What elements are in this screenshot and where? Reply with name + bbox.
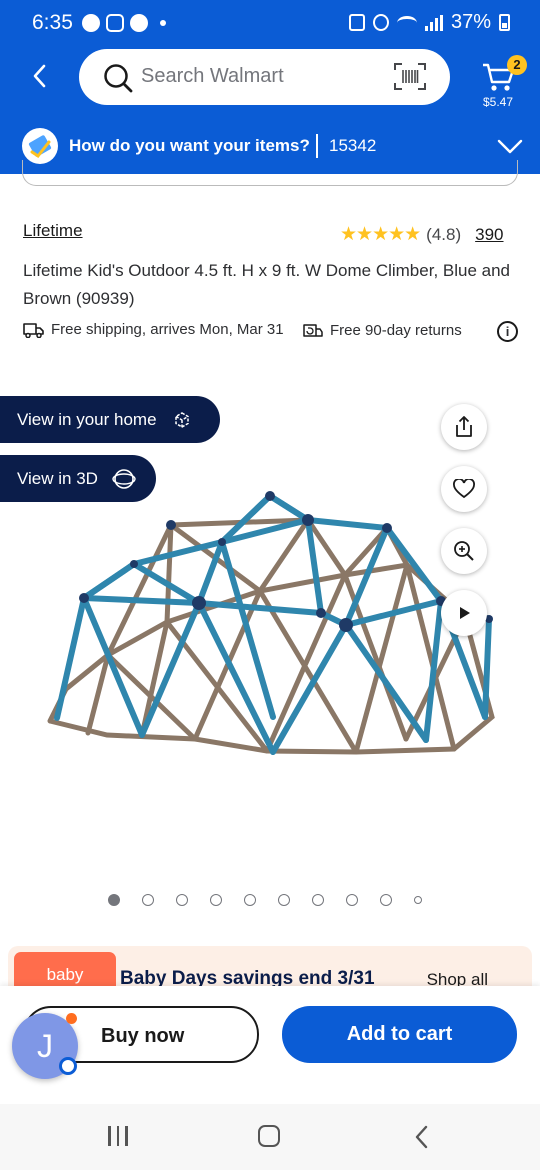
barcode-scan-icon[interactable] <box>394 63 426 90</box>
view-in-home-label: View in your home <box>17 409 157 429</box>
returns-icon <box>303 324 323 337</box>
rating-value: (4.8) <box>426 224 462 244</box>
carousel-dots <box>108 894 422 906</box>
notification-icons <box>82 14 166 32</box>
cart-count-badge: 2 <box>507 55 527 75</box>
battery-percent: 37% <box>450 11 491 33</box>
share-icon <box>456 416 472 437</box>
product-title: Lifetime Kid's Outdoor 4.5 ft. H x 9 ft.… <box>23 261 510 308</box>
signal-icon <box>424 14 443 31</box>
rating-summary[interactable]: ★★★★★ (4.8) 390 <box>340 223 504 246</box>
shop-all-link[interactable]: Shop all <box>427 970 488 986</box>
cart-total: $5.47 <box>483 95 514 109</box>
lock-icon <box>348 14 365 31</box>
assistant-avatar[interactable]: J <box>12 1013 78 1079</box>
alarm-icon <box>372 14 389 31</box>
delivery-options-icon <box>22 128 58 164</box>
search-icon <box>104 64 133 93</box>
wifi-icon <box>396 15 417 30</box>
home-button[interactable] <box>258 1125 280 1147</box>
carousel-dot[interactable] <box>312 894 324 906</box>
shipping-text: Free shipping, arrives Mon, Mar 31 <box>51 321 284 338</box>
carousel-dot[interactable] <box>210 894 222 906</box>
carousel-dot[interactable] <box>346 894 358 906</box>
back-arrow-icon[interactable] <box>22 58 58 94</box>
fulfillment-question: How do you want your items? <box>69 136 310 155</box>
info-icon[interactable]: i <box>497 321 518 342</box>
returns-info: Free 90-day returns <box>302 321 462 339</box>
cart-button[interactable]: 2 $5.47 <box>480 52 527 112</box>
clock: 6:35 <box>32 11 73 34</box>
truck-icon <box>23 322 44 338</box>
product-image[interactable] <box>44 488 498 763</box>
carousel-dot[interactable] <box>278 894 290 906</box>
search-bar[interactable]: Search Walmart <box>79 49 450 105</box>
chevron-down-icon <box>497 139 523 154</box>
3d-view-icon <box>112 468 136 489</box>
zoom-in-icon <box>454 541 474 561</box>
share-button[interactable] <box>441 404 487 450</box>
play-icon <box>460 607 470 619</box>
brand-link[interactable]: Lifetime <box>23 221 83 241</box>
divider <box>316 134 318 158</box>
carousel-dot[interactable] <box>414 896 422 904</box>
buy-now-label: Buy now <box>101 1025 185 1047</box>
recent-apps-button[interactable] <box>108 1126 128 1146</box>
instagram-icon <box>106 14 124 32</box>
app-header: Search Walmart 2 $5.47 <box>0 46 540 120</box>
system-nav-bar <box>0 1104 540 1170</box>
search-field-edge <box>22 160 518 186</box>
chat-notification-icon <box>82 14 100 32</box>
play-video-button[interactable] <box>441 590 487 636</box>
heart-icon <box>453 479 475 499</box>
ar-cube-icon <box>174 411 189 428</box>
avatar-initial: J <box>37 1028 53 1064</box>
review-count-link[interactable]: 390 <box>475 225 503 245</box>
zoom-button[interactable] <box>441 528 487 574</box>
carousel-dot[interactable] <box>244 894 256 906</box>
star-rating-icon: ★★★★★ <box>340 224 421 245</box>
view-in-3d-label: View in 3D <box>17 468 98 488</box>
product-page: 6:35 37% Search Walmart 2 $5.47 How do y… <box>0 0 540 1170</box>
shipping-row: Free shipping, arrives Mon, Mar 31 Free … <box>23 321 518 343</box>
favorite-button[interactable] <box>441 466 487 512</box>
battery-icon <box>499 14 510 31</box>
zip-code: 15342 <box>329 136 377 155</box>
search-placeholder: Search Walmart <box>141 65 284 87</box>
promo-text: Baby Days savings end 3/31 <box>120 968 375 986</box>
system-back-icon[interactable] <box>412 1123 432 1151</box>
status-bar: 6:35 37% <box>0 0 540 46</box>
returns-text: Free 90-day returns <box>330 321 462 339</box>
facebook-icon <box>130 14 148 32</box>
purchase-bar: Buy now Add to cart J <box>0 986 540 1104</box>
carousel-dot[interactable] <box>380 894 392 906</box>
carousel-dot[interactable] <box>176 894 188 906</box>
system-icons: 37% <box>348 11 510 34</box>
baby-days-logo: baby <box>14 952 116 986</box>
more-notifications-icon <box>160 20 166 26</box>
carousel-dot[interactable] <box>142 894 154 906</box>
shipping-info: Free shipping, arrives Mon, Mar 31 <box>23 321 284 338</box>
view-in-home-button[interactable]: View in your home <box>0 396 220 443</box>
notification-dot <box>66 1013 77 1024</box>
add-to-cart-button[interactable]: Add to cart <box>282 1006 517 1063</box>
chat-bubble-icon <box>59 1057 77 1075</box>
view-in-3d-button[interactable]: View in 3D <box>0 455 156 502</box>
carousel-dot[interactable] <box>108 894 120 906</box>
promo-banner[interactable]: baby Baby Days savings end 3/31 Shop all <box>8 946 532 986</box>
